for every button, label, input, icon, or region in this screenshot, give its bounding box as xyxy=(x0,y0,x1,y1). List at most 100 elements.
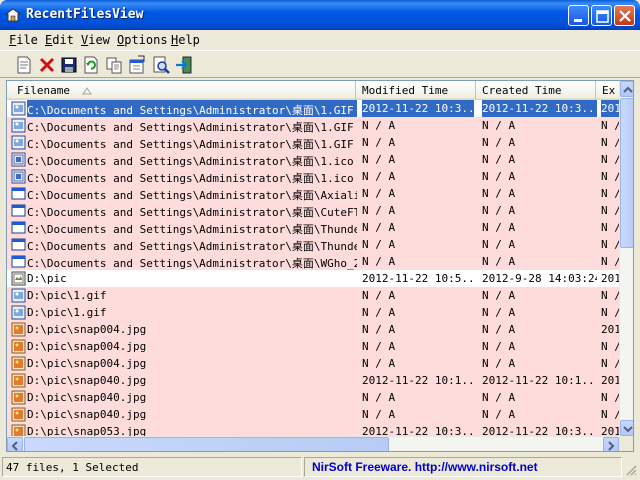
table-row[interactable]: C:\Documents and Settings\Administrator\… xyxy=(7,100,619,117)
table-row[interactable]: D:\pic 2012-11-22 10:5... 2012-9-28 14:03:… xyxy=(7,270,619,287)
menu-file[interactable]: File xyxy=(9,33,38,47)
created-time-cell: N / A xyxy=(482,323,516,336)
created-time-cell: 2012-11-22 10:3... xyxy=(482,100,597,117)
column-filename[interactable]: Filename xyxy=(7,81,356,100)
filename-cell: C:\Documents and Settings\Administrator\… xyxy=(27,189,357,202)
delete-icon[interactable] xyxy=(37,55,57,75)
filename-cell: D:\pic\1.gif xyxy=(27,306,107,319)
table-row[interactable]: D:\pic\snap004.jpg N / A N / A N / xyxy=(7,355,619,372)
scroll-down-button[interactable] xyxy=(620,420,633,436)
exit-icon[interactable] xyxy=(174,55,194,75)
modified-time-cell: N / A xyxy=(362,323,396,336)
menu-view[interactable]: View xyxy=(81,33,110,47)
table-row[interactable]: D:\pic\snap040.jpg 2012-11-22 10:1... 2012… xyxy=(7,372,619,389)
table-row[interactable]: D:\pic\snap004.jpg N / A N / A N / xyxy=(7,338,619,355)
minimize-button[interactable] xyxy=(568,5,589,26)
created-time-cell: N / A xyxy=(482,170,516,183)
scroll-left-button[interactable] xyxy=(7,437,23,451)
sort-ascending-icon xyxy=(82,87,92,95)
table-row[interactable]: C:\Documents and Settings\Administrator\… xyxy=(7,219,619,236)
horizontal-scroll-thumb[interactable] xyxy=(24,437,389,451)
modified-time-cell: N / A xyxy=(362,170,396,183)
extra-cell: N / xyxy=(601,238,619,251)
file-list[interactable]: Filename Modified Time Created Time Ex C… xyxy=(6,80,634,452)
filename-cell: D:\pic xyxy=(27,272,67,285)
created-time-cell: N / A xyxy=(482,204,516,217)
filename-cell: D:\pic\snap004.jpg xyxy=(27,323,147,336)
table-row[interactable]: D:\pic\snap004.jpg N / A N / A 201 xyxy=(7,321,619,338)
created-time-cell: N / A xyxy=(482,289,516,302)
extra-cell: N / xyxy=(601,289,619,302)
modified-time-cell: N / A xyxy=(362,136,396,149)
filename-cell: D:\pic\snap040.jpg xyxy=(27,408,147,421)
properties-icon[interactable] xyxy=(14,55,34,75)
created-time-cell: N / A xyxy=(482,306,516,319)
html-report-icon[interactable] xyxy=(127,55,147,75)
created-time-cell: N / A xyxy=(482,136,516,149)
table-row[interactable]: C:\Documents and Settings\Administrator\… xyxy=(7,134,619,151)
filename-cell: C:\Documents and Settings\Administrator\… xyxy=(27,172,354,185)
table-row[interactable]: C:\Documents and Settings\Administrator\… xyxy=(7,236,619,253)
gif-file-icon xyxy=(11,101,26,116)
modified-time-cell: N / A xyxy=(362,238,396,251)
table-row[interactable]: D:\pic\snap053.jpg 2012-11-22 10:3... 2012… xyxy=(7,423,619,436)
filename-cell: C:\Documents and Settings\Administrator\… xyxy=(27,121,354,134)
close-icon xyxy=(619,10,631,22)
app-file-icon xyxy=(11,187,26,200)
maximize-button[interactable] xyxy=(591,5,612,26)
save-icon[interactable] xyxy=(59,55,79,75)
column-created-time[interactable]: Created Time xyxy=(476,81,596,100)
resize-grip-icon[interactable] xyxy=(624,463,638,477)
table-row[interactable]: D:\pic\snap040.jpg N / A N / A N / xyxy=(7,389,619,406)
chevron-left-icon xyxy=(11,441,18,451)
extra-cell: N / xyxy=(601,153,619,166)
title-bar[interactable]: RecentFilesView xyxy=(0,0,640,30)
table-row[interactable]: C:\Documents and Settings\Administrator\… xyxy=(7,117,619,134)
scroll-corner xyxy=(619,436,633,451)
modified-time-cell: N / A xyxy=(362,255,396,268)
extra-cell: N / xyxy=(601,306,619,319)
chevron-right-icon xyxy=(608,441,615,451)
jpg-file-icon xyxy=(11,390,26,405)
modified-time-cell: N / A xyxy=(362,357,396,370)
menu-help[interactable]: Help xyxy=(171,33,200,47)
menu-edit-label: dit xyxy=(52,33,74,47)
vertical-scrollbar[interactable] xyxy=(619,81,633,436)
filename-cell: D:\pic\snap004.jpg xyxy=(27,357,147,370)
table-row[interactable]: C:\Documents and Settings\Administrator\… xyxy=(7,202,619,219)
close-button[interactable] xyxy=(614,5,635,26)
scroll-up-button[interactable] xyxy=(620,81,633,97)
filename-cell: D:\pic\snap004.jpg xyxy=(27,340,147,353)
jpg-file-icon xyxy=(11,339,26,354)
app-file-icon xyxy=(11,221,26,234)
filename-cell: C:\Documents and Settings\Administrator\… xyxy=(27,100,357,117)
refresh-icon[interactable] xyxy=(81,55,101,75)
created-time-cell: N / A xyxy=(482,408,516,421)
column-modified-time[interactable]: Modified Time xyxy=(356,81,476,100)
table-row[interactable]: D:\pic\snap040.jpg N / A N / A N / xyxy=(7,406,619,423)
table-row[interactable]: D:\pic\1.gif N / A N / A N / xyxy=(7,287,619,304)
table-row[interactable]: D:\pic\1.gif N / A N / A N / xyxy=(7,304,619,321)
ico-file-icon xyxy=(11,169,26,184)
table-row[interactable]: C:\Documents and Settings\Administrator\… xyxy=(7,168,619,185)
nirsoft-link[interactable]: NirSoft Freeware. http://www.nirsoft.net xyxy=(304,457,622,477)
table-row[interactable]: C:\Documents and Settings\Administrator\… xyxy=(7,185,619,202)
extra-cell: N / xyxy=(601,204,619,217)
menu-options[interactable]: Options xyxy=(117,33,168,47)
table-row[interactable]: C:\Documents and Settings\Administrator\… xyxy=(7,253,619,270)
created-time-cell: N / A xyxy=(482,391,516,404)
find-icon[interactable] xyxy=(151,55,171,75)
menu-edit[interactable]: Edit xyxy=(45,33,74,47)
extra-cell: N / xyxy=(601,136,619,149)
minimize-icon xyxy=(574,19,582,22)
copy-icon[interactable] xyxy=(104,55,124,75)
horizontal-scrollbar[interactable] xyxy=(7,436,619,451)
scroll-right-button[interactable] xyxy=(603,437,619,451)
created-time-cell: N / A xyxy=(482,119,516,132)
extra-cell: N / xyxy=(601,170,619,183)
vertical-scroll-thumb[interactable] xyxy=(620,98,633,248)
table-row[interactable]: C:\Documents and Settings\Administrator\… xyxy=(7,151,619,168)
created-time-cell: 2012-11-22 10:3... xyxy=(482,425,597,436)
modified-time-cell: 2012-11-22 10:1... xyxy=(362,374,474,387)
modified-time-cell: N / A xyxy=(362,289,396,302)
